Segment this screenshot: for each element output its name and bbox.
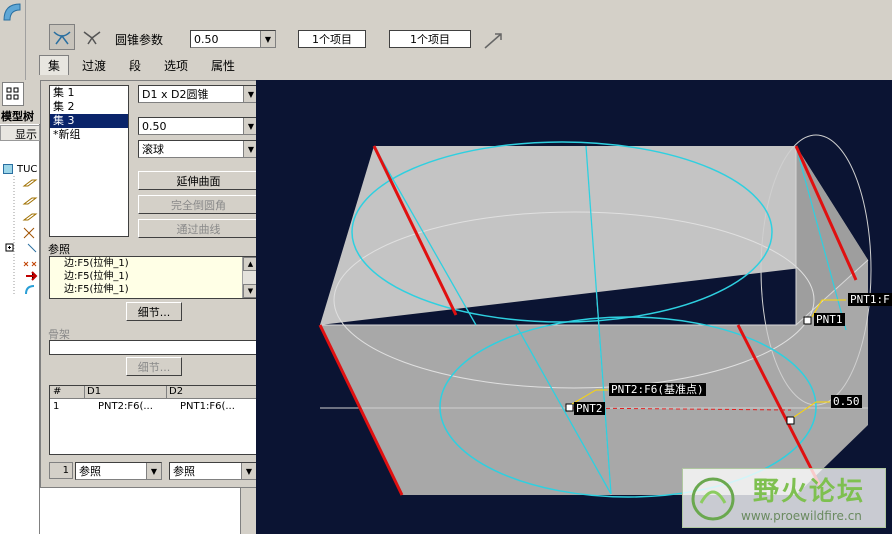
transition-icon — [83, 31, 101, 45]
set-item-2[interactable]: 集 2 — [50, 100, 128, 114]
conic-value-tag[interactable]: 0.50 — [831, 395, 862, 408]
table-header: # D1 D2 — [50, 386, 258, 399]
model-tree: 模型树 显示 TUC — [0, 80, 40, 534]
chevron-down-icon: ▼ — [241, 463, 256, 479]
full-round-button[interactable]: 完全倒圆角 — [138, 195, 259, 214]
reference-item[interactable]: 边:F5(拉伸_1) — [50, 270, 258, 283]
measure-icon[interactable] — [483, 30, 503, 50]
app-corner — [0, 0, 26, 80]
watermark-title: 野火论坛 — [753, 477, 866, 507]
table-header-cell: # — [53, 386, 62, 397]
references-details-button[interactable]: 细节... — [126, 302, 182, 321]
set-item-1[interactable]: 集 1 — [50, 86, 128, 100]
conic-param-label: 圆锥参数 — [115, 33, 164, 47]
sets-panel: 集 1 集 2 集 3 *新组 D1 x D2圆锥 ▼ 0.50 ▼ 滚球 ▼ … — [40, 80, 268, 488]
pnt1-marker[interactable] — [803, 316, 812, 325]
table-row[interactable]: 1 PNT2:F6(... PNT1:F6(... — [50, 401, 250, 415]
graphics-viewport[interactable]: PNT1:F PNT1 PNT2:F6(基准点) PNT2 0.50 野火论坛 … — [256, 80, 892, 534]
reference-item[interactable]: 边:F5(拉伸_1) — [50, 257, 258, 270]
display-menu[interactable]: 显示 — [0, 125, 40, 141]
transition-mode-button[interactable] — [81, 26, 103, 48]
round-shape-value: D1 x D2圆锥 — [142, 88, 209, 101]
conic-value: 0.50 — [142, 119, 167, 133]
chevron-down-icon: ▼ — [146, 463, 161, 479]
watermark-logo-icon — [691, 477, 735, 521]
tree-scrollbar[interactable] — [240, 488, 256, 534]
ref-collector-1[interactable]: 1个项目 — [298, 30, 366, 48]
through-curve-button[interactable]: 通过曲线 — [138, 219, 259, 238]
tab-options[interactable]: 选项 — [159, 55, 193, 75]
pnt2-label: PNT2 — [574, 402, 605, 415]
references-label: 参照 — [48, 243, 70, 256]
ref-collector-2[interactable]: 1个项目 — [389, 30, 471, 48]
pnt2-marker[interactable] — [565, 403, 574, 412]
round-type-combo[interactable]: 滚球 ▼ — [138, 140, 259, 158]
pnt2-tag-label: PNT2:F6(基准点) — [609, 383, 706, 396]
round-shape-combo[interactable]: D1 x D2圆锥 ▼ — [138, 85, 259, 103]
table-cell: 1 — [53, 401, 60, 412]
tree-icon — [6, 87, 19, 100]
conic-param-combo[interactable]: 0.50 ▼ — [190, 30, 276, 48]
conic-param-value: 0.50 — [194, 32, 219, 46]
tree-lower-area — [40, 488, 256, 534]
skeleton-field[interactable] — [49, 340, 259, 355]
tab-properties[interactable]: 属性 — [205, 55, 241, 75]
piece-ref-value-2: 参照 — [173, 465, 195, 478]
table-header-cell: D2 — [166, 386, 183, 399]
model-3d-view[interactable] — [256, 80, 892, 534]
piece-ref-combo-1[interactable]: 参照 ▼ — [75, 462, 162, 480]
dashboard-toolbar: 圆锥参数 0.50 ▼ 1个项目 1个项目 集 过渡 段 选项 属性 — [27, 0, 892, 80]
sets-list[interactable]: 集 1 集 2 集 3 *新组 — [49, 85, 129, 237]
set-item-3[interactable]: 集 3 — [50, 114, 128, 128]
part-icon — [3, 164, 13, 174]
model-tree-tab[interactable] — [2, 82, 24, 106]
tree-root[interactable]: TUC — [3, 162, 40, 176]
piece-number: 1 — [49, 462, 73, 479]
drag-handle[interactable] — [786, 416, 795, 425]
extend-surfaces-button[interactable]: 延伸曲面 — [138, 171, 259, 190]
tab-transitions[interactable]: 过渡 — [77, 55, 111, 75]
model-tree-title: 模型树 — [0, 108, 40, 124]
round-set-icon — [53, 31, 71, 45]
references-list[interactable]: 边:F5(拉伸_1) 边:F5(拉伸_1) 边:F5(拉伸_1) ▲ ▼ — [49, 256, 259, 299]
conic-value-combo[interactable]: 0.50 ▼ — [138, 117, 259, 135]
reference-item[interactable]: 边:F5(拉伸_1) — [50, 283, 258, 296]
table-cell: PNT1:F6(... — [180, 401, 235, 412]
chevron-down-icon: ▼ — [260, 31, 275, 47]
app-logo-icon — [3, 3, 21, 21]
tree-feature-icons — [5, 176, 38, 296]
tree-root-label: TUC — [17, 163, 38, 175]
piece-ref-combo-2[interactable]: 参照 ▼ — [169, 462, 257, 480]
piece-ref-value-1: 参照 — [79, 465, 101, 478]
new-set-item[interactable]: *新组 — [50, 128, 128, 142]
tab-pieces[interactable]: 段 — [123, 55, 147, 75]
round-type-value: 滚球 — [142, 143, 164, 156]
pnt1-tag-label: PNT1:F — [848, 293, 892, 306]
tree-tabbar — [0, 80, 40, 108]
watermark: 野火论坛 www.proewildfire.cn — [682, 468, 886, 528]
pnt1-label: PNT1 — [814, 313, 845, 326]
tab-sets[interactable]: 集 — [39, 55, 69, 75]
pieces-table: # D1 D2 1 PNT2:F6(... PNT1:F6(... — [49, 385, 259, 455]
skeleton-details-button[interactable]: 细节... — [126, 357, 182, 376]
round-set-mode-button[interactable] — [49, 24, 75, 50]
table-cell: PNT2:F6(... — [98, 401, 153, 412]
watermark-url: www.proewildfire.cn — [741, 509, 862, 523]
table-header-cell: D1 — [84, 386, 101, 399]
